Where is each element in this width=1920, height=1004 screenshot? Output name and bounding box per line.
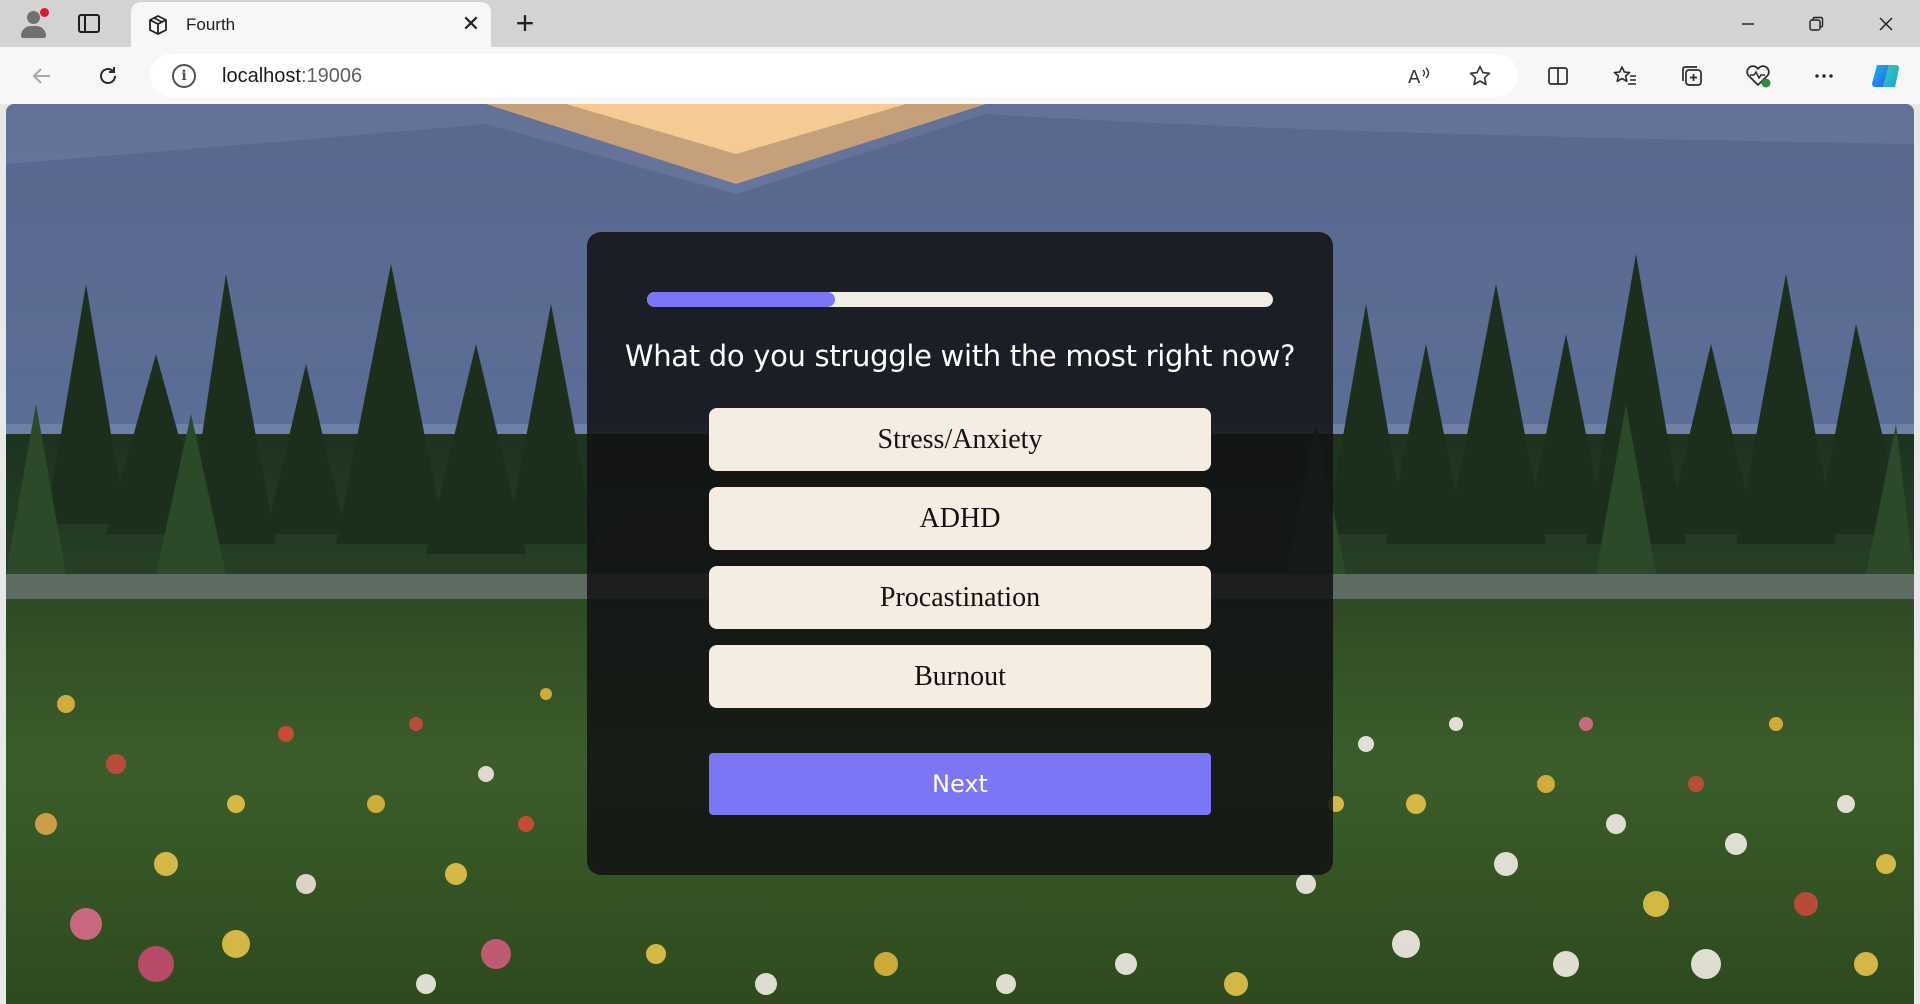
browser-toolbar: i localhost:19006 A	[0, 47, 1920, 104]
option-adhd[interactable]: ADHD	[709, 487, 1211, 550]
copilot-icon[interactable]	[1868, 58, 1904, 94]
collections-icon[interactable]	[1674, 58, 1710, 94]
back-icon[interactable]	[24, 58, 60, 94]
tab-title: Fourth	[186, 15, 236, 34]
vertical-tabs-icon[interactable]	[78, 14, 100, 33]
progress-bar	[647, 292, 1273, 307]
read-aloud-icon[interactable]: A	[1404, 60, 1436, 92]
quiz-card: What do you struggle with the most right…	[587, 232, 1333, 875]
site-favicon	[149, 14, 167, 36]
profile-icon[interactable]	[16, 6, 50, 40]
more-icon[interactable]	[1806, 58, 1842, 94]
split-screen-icon[interactable]	[1540, 58, 1576, 94]
browser-tab[interactable]: Fourth ✕	[131, 2, 491, 47]
close-window-icon[interactable]	[1852, 0, 1920, 47]
browser-essentials-icon[interactable]	[1740, 58, 1776, 94]
question-text: What do you struggle with the most right…	[624, 339, 1296, 373]
new-tab-icon[interactable]: +	[508, 6, 542, 40]
progress-fill	[647, 292, 835, 307]
address-bar[interactable]: i localhost:19006 A	[150, 54, 1518, 97]
svg-text:A: A	[1408, 67, 1421, 88]
minimize-icon[interactable]	[1714, 0, 1782, 47]
restore-icon[interactable]	[1782, 0, 1850, 47]
favorites-icon[interactable]	[1607, 58, 1643, 94]
browser-tab-bar: Fourth ✕ +	[0, 0, 1920, 47]
refresh-icon[interactable]	[90, 58, 126, 94]
close-tab-icon[interactable]: ✕	[457, 10, 485, 38]
option-burnout[interactable]: Burnout	[709, 645, 1211, 708]
option-stress-anxiety[interactable]: Stress/Anxiety	[709, 408, 1211, 471]
url-text[interactable]: localhost:19006	[222, 65, 362, 88]
site-info-icon[interactable]: i	[172, 64, 196, 88]
favorite-star-icon[interactable]	[1464, 60, 1496, 92]
page-viewport: What do you struggle with the most right…	[6, 104, 1914, 1004]
next-button[interactable]: Next	[709, 753, 1211, 815]
option-procastination[interactable]: Procastination	[709, 566, 1211, 629]
